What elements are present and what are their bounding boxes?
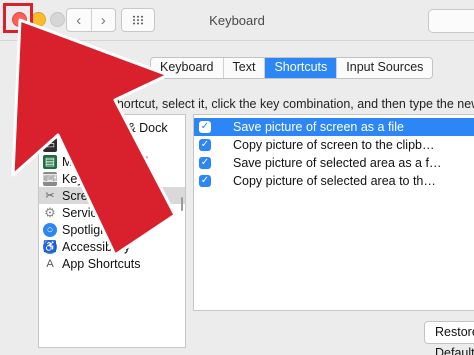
- category-label: Keyboard: [62, 171, 116, 186]
- category-label: Services: [62, 205, 110, 220]
- restore-defaults-button[interactable]: Restore Defaults: [424, 321, 474, 355]
- spotlight-icon: ○: [43, 222, 57, 237]
- category-item-accessibility[interactable]: ♿ Accessibility: [39, 238, 185, 255]
- category-item-launchpad[interactable]: ▦ Launchpad & Dock: [39, 119, 185, 136]
- window-title: Keyboard: [209, 13, 265, 28]
- instruction-text: To change a shortcut, select it, click t…: [39, 97, 474, 111]
- search-input[interactable]: [428, 9, 474, 33]
- shortcut-label: Save picture of selected area as a f…: [233, 156, 442, 170]
- category-label: Display: [62, 137, 103, 152]
- shortcut-checkbox[interactable]: ✓: [199, 121, 211, 133]
- shortcut-label: Copy picture of selected area to th…: [233, 174, 436, 188]
- category-item-display[interactable]: ▭ Display: [39, 136, 185, 153]
- tab-input-sources[interactable]: Input Sources: [336, 58, 432, 78]
- tab-text[interactable]: Text: [222, 58, 265, 78]
- shortcut-label: Save picture of screen as a file: [233, 120, 404, 134]
- shortcut-list[interactable]: ✓ Save picture of screen as a file ✓ Cop…: [193, 114, 474, 311]
- tab-bar: Keyboard Text Shortcuts Input Sources: [150, 57, 434, 79]
- category-label: Launchpad & Dock: [62, 120, 168, 135]
- list-scroll-indicator[interactable]: [181, 197, 183, 211]
- category-item-services[interactable]: ⚙ Services: [39, 204, 185, 221]
- launchpad-icon: ▦: [43, 120, 57, 135]
- category-label: Accessibility: [62, 239, 131, 254]
- app-shortcuts-icon: A: [46, 257, 54, 270]
- tab-shortcuts[interactable]: Shortcuts: [264, 58, 337, 78]
- category-label: App Shortcuts: [62, 256, 141, 271]
- keyboard-icon: ⌨: [42, 171, 58, 186]
- shortcut-checkbox[interactable]: ✓: [199, 139, 211, 151]
- category-label: Mission Control: [62, 154, 149, 169]
- category-label: Screen Shots: [62, 188, 138, 203]
- shortcut-row[interactable]: ✓ Copy picture of screen to the clipb…: [194, 136, 474, 154]
- shortcut-checkbox[interactable]: ✓: [199, 157, 211, 169]
- category-item-spotlight[interactable]: ○ Spotlight: [39, 221, 185, 238]
- category-list[interactable]: ▦ Launchpad & Dock ▭ Display ▤ Mission C…: [38, 114, 186, 348]
- keyboard-preferences-window: ‹ › Keyboard Keyboard Text Shortcuts Inp…: [0, 0, 474, 355]
- gear-icon: ⚙: [44, 204, 56, 220]
- mission-control-icon: ▤: [43, 154, 57, 169]
- shortcut-row[interactable]: ✓ Copy picture of selected area to th…: [194, 172, 474, 190]
- shortcut-row[interactable]: ✓ Save picture of screen as a file: [194, 118, 474, 136]
- category-label: Spotlight: [62, 222, 111, 237]
- screenshot-icon: ✂: [45, 190, 55, 202]
- display-icon: ▭: [43, 137, 57, 152]
- category-item-keyboard[interactable]: ⌨ Keyboard: [39, 170, 185, 187]
- title-bar: ‹ › Keyboard: [0, 0, 474, 41]
- shortcut-row[interactable]: ✓ Save picture of selected area as a f…: [194, 154, 474, 172]
- category-item-mission-control[interactable]: ▤ Mission Control: [39, 153, 185, 170]
- shortcut-checkbox[interactable]: ✓: [199, 175, 211, 187]
- category-item-app-shortcuts[interactable]: A App Shortcuts: [39, 255, 185, 272]
- tab-keyboard[interactable]: Keyboard: [151, 58, 223, 78]
- accessibility-icon: ♿: [43, 239, 57, 254]
- category-item-screen-shots[interactable]: ✂ Screen Shots: [39, 187, 185, 204]
- shortcut-label: Copy picture of screen to the clipb…: [233, 138, 435, 152]
